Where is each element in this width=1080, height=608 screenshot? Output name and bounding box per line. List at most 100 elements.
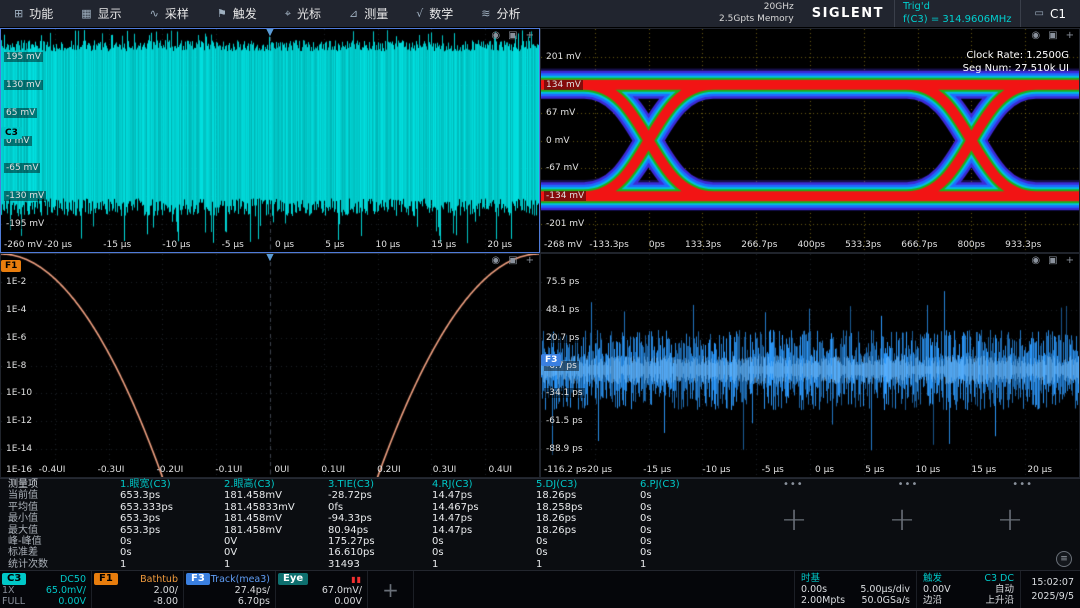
timebase-samplerate: 50.0GSa/s xyxy=(861,595,910,606)
function-icon: ⊞ xyxy=(14,7,23,20)
row-label: 标准差 xyxy=(0,547,112,558)
brand-logo: SIGLENT xyxy=(802,6,894,21)
cell-value: 18.26ps xyxy=(528,525,632,536)
row-label: 当前值 xyxy=(0,490,112,501)
trace-tag-f1[interactable]: F1 xyxy=(1,260,21,272)
snapshot-icon[interactable]: ◉ xyxy=(1031,255,1040,266)
cell-value: 0s xyxy=(632,525,736,536)
channel-indicator[interactable]: ▭ C1 xyxy=(1021,7,1080,21)
cell-value: 1 xyxy=(112,559,216,570)
maximize-icon[interactable]: ▣ xyxy=(508,255,517,266)
timebase-info[interactable]: 时基 0.00s5.00µs/div 2.00Mpts50.0GSa/s xyxy=(794,571,916,608)
add-measurement-button[interactable]: + xyxy=(988,500,1032,538)
descriptor-c3[interactable]: C3 DC50 1X65.0mV/ FULL0.00V xyxy=(0,571,92,608)
f1-tag: F1 xyxy=(94,573,118,585)
memory-label: 2.5Gpts Memory xyxy=(719,14,794,26)
cell-value: 653.3ps xyxy=(112,490,216,501)
move-icon[interactable]: + xyxy=(1066,30,1074,41)
cell-value: 0s xyxy=(632,513,736,524)
eye-offset: 0.00V xyxy=(334,596,362,607)
snapshot-icon[interactable]: ◉ xyxy=(491,255,500,266)
maximize-icon[interactable]: ▣ xyxy=(1048,255,1057,266)
cell-value: 18.258ps xyxy=(528,502,632,513)
maximize-icon[interactable]: ▣ xyxy=(508,30,517,41)
col-header-eye-width[interactable]: 1.眼宽(C3) xyxy=(112,479,216,490)
trigger-status-box[interactable]: Trig'd f(C3) = 314.9606MHz xyxy=(894,0,1021,27)
menu-display[interactable]: ▦显示 xyxy=(67,0,135,27)
measurement-row-count: 统计次数 1 1 31493 1 1 1 xyxy=(0,559,1080,570)
y-axis-label: 67 mV xyxy=(544,108,577,118)
col-header-rj[interactable]: 4.RJ(C3) xyxy=(424,479,528,490)
snapshot-icon[interactable]: ◉ xyxy=(1031,30,1040,41)
snapshot-icon[interactable]: ◉ xyxy=(491,30,500,41)
cell-value: 0s xyxy=(528,547,632,558)
cell-value: 0s xyxy=(424,536,528,547)
empty-measurement-slot[interactable]: ••• xyxy=(736,479,851,490)
add-measurement-button[interactable]: + xyxy=(880,500,924,538)
channel-tag-c3[interactable]: C3 xyxy=(1,127,22,139)
cell-value: 14.47ps xyxy=(424,525,528,536)
menu-analysis-label: 分析 xyxy=(496,5,520,22)
channel-icon: ▭ xyxy=(1035,8,1044,19)
trigger-info[interactable]: 触发C3 DC 0.00V自动 边沿上升沿 xyxy=(916,571,1020,608)
trace-tag-f3[interactable]: F3 xyxy=(541,354,561,366)
panel-waveform-c3[interactable]: 195 mV 130 mV 65 mV 0 mV -65 mV -130 mV … xyxy=(0,28,540,253)
move-icon[interactable]: + xyxy=(526,30,534,41)
col-header-tie[interactable]: 3.TIE(C3) xyxy=(320,479,424,490)
cursor-icon: ⌖ xyxy=(285,7,291,21)
col-header-dj[interactable]: 5.DJ(C3) xyxy=(528,479,632,490)
col-header-pj[interactable]: 6.PJ(C3) xyxy=(632,479,736,490)
cell-value: 181.458mV xyxy=(216,525,320,536)
trigger-position-marker[interactable]: ▼ xyxy=(266,28,274,38)
menu-analysis[interactable]: ≋分析 xyxy=(467,0,534,27)
menu-math[interactable]: √数学 xyxy=(402,0,467,27)
move-icon[interactable]: + xyxy=(526,255,534,266)
col-header-eye-height[interactable]: 2.眼高(C3) xyxy=(216,479,320,490)
trigger-status: Trig'd xyxy=(903,1,1012,14)
tie-track-canvas[interactable] xyxy=(541,254,1079,477)
descriptor-f3[interactable]: F3 Track(mea3) 27.4ps/ 6.70ps xyxy=(184,571,276,608)
add-measurement-button[interactable]: + xyxy=(772,500,816,538)
descriptor-eye[interactable]: Eye ▮▮ 67.0mV/ 0.00V xyxy=(276,571,368,608)
c3-bandwidth: FULL xyxy=(2,596,25,607)
menu-cursor[interactable]: ⌖光标 xyxy=(271,0,335,27)
menu-acquire-label: 采样 xyxy=(165,5,189,22)
empty-measurement-slot[interactable]: ••• xyxy=(965,479,1080,490)
corner-label: -116.2 ps xyxy=(544,465,586,475)
menu-measure[interactable]: ⊿测量 xyxy=(335,0,402,27)
y-axis-label: 1E-4 xyxy=(4,305,28,315)
descriptor-f1[interactable]: F1 Bathtub 2.00/ -8.00 xyxy=(92,571,184,608)
measurement-header-row: 测量项 1.眼宽(C3) 2.眼高(C3) 3.TIE(C3) 4.RJ(C3)… xyxy=(0,479,1080,490)
menu-math-label: 数学 xyxy=(429,5,453,22)
cell-value: 14.47ps xyxy=(424,513,528,524)
panel-bathtub-f1[interactable]: 1E-2 1E-4 1E-6 1E-8 1E-10 1E-12 1E-14 1E… xyxy=(0,253,540,478)
trigger-position-marker[interactable]: ▼ xyxy=(266,253,274,263)
maximize-icon[interactable]: ▣ xyxy=(1048,30,1057,41)
timebase-delay: 0.00s xyxy=(801,584,827,595)
cell-value: -28.72ps xyxy=(320,490,424,501)
move-icon[interactable]: + xyxy=(1066,255,1074,266)
empty-measurement-slot[interactable]: ••• xyxy=(851,479,966,490)
eye-scale: 67.0mV/ xyxy=(322,585,362,596)
add-trace-button[interactable]: + xyxy=(368,571,414,608)
cell-value: 16.610ps xyxy=(320,547,424,558)
timebase-label: 时基 xyxy=(801,573,820,584)
eye-tag: Eye xyxy=(278,573,308,585)
menu-function[interactable]: ⊞功能 xyxy=(0,0,67,27)
menu-acquire[interactable]: ∿采样 xyxy=(136,0,203,27)
panel-toolbar: ◉ ▣ + xyxy=(491,255,534,266)
panel-eye-diagram[interactable]: Clock Rate: 1.2500G Seg Num: 27.510k UI … xyxy=(540,28,1080,253)
time-label: 15:02:07 xyxy=(1027,577,1074,589)
trigger-flag-icon: ⚑ xyxy=(217,7,227,20)
trigger-type: 边沿 xyxy=(923,595,942,606)
bathtub-canvas[interactable] xyxy=(1,254,539,477)
notification-icon[interactable]: ≡ xyxy=(1056,551,1072,567)
menu-trigger[interactable]: ⚑触发 xyxy=(203,0,271,27)
y-axis-label: 1E-16 xyxy=(4,465,34,475)
waveform-canvas[interactable] xyxy=(1,29,539,252)
cell-value: 0s xyxy=(632,547,736,558)
cell-value: 653.3ps xyxy=(112,513,216,524)
panel-tie-track-f3[interactable]: 75.5 ps 48.1 ps 20.7 ps -6.7 ps -34.1 ps… xyxy=(540,253,1080,478)
c3-tag: C3 xyxy=(2,573,26,585)
corner-label: -268 mV xyxy=(544,240,582,250)
